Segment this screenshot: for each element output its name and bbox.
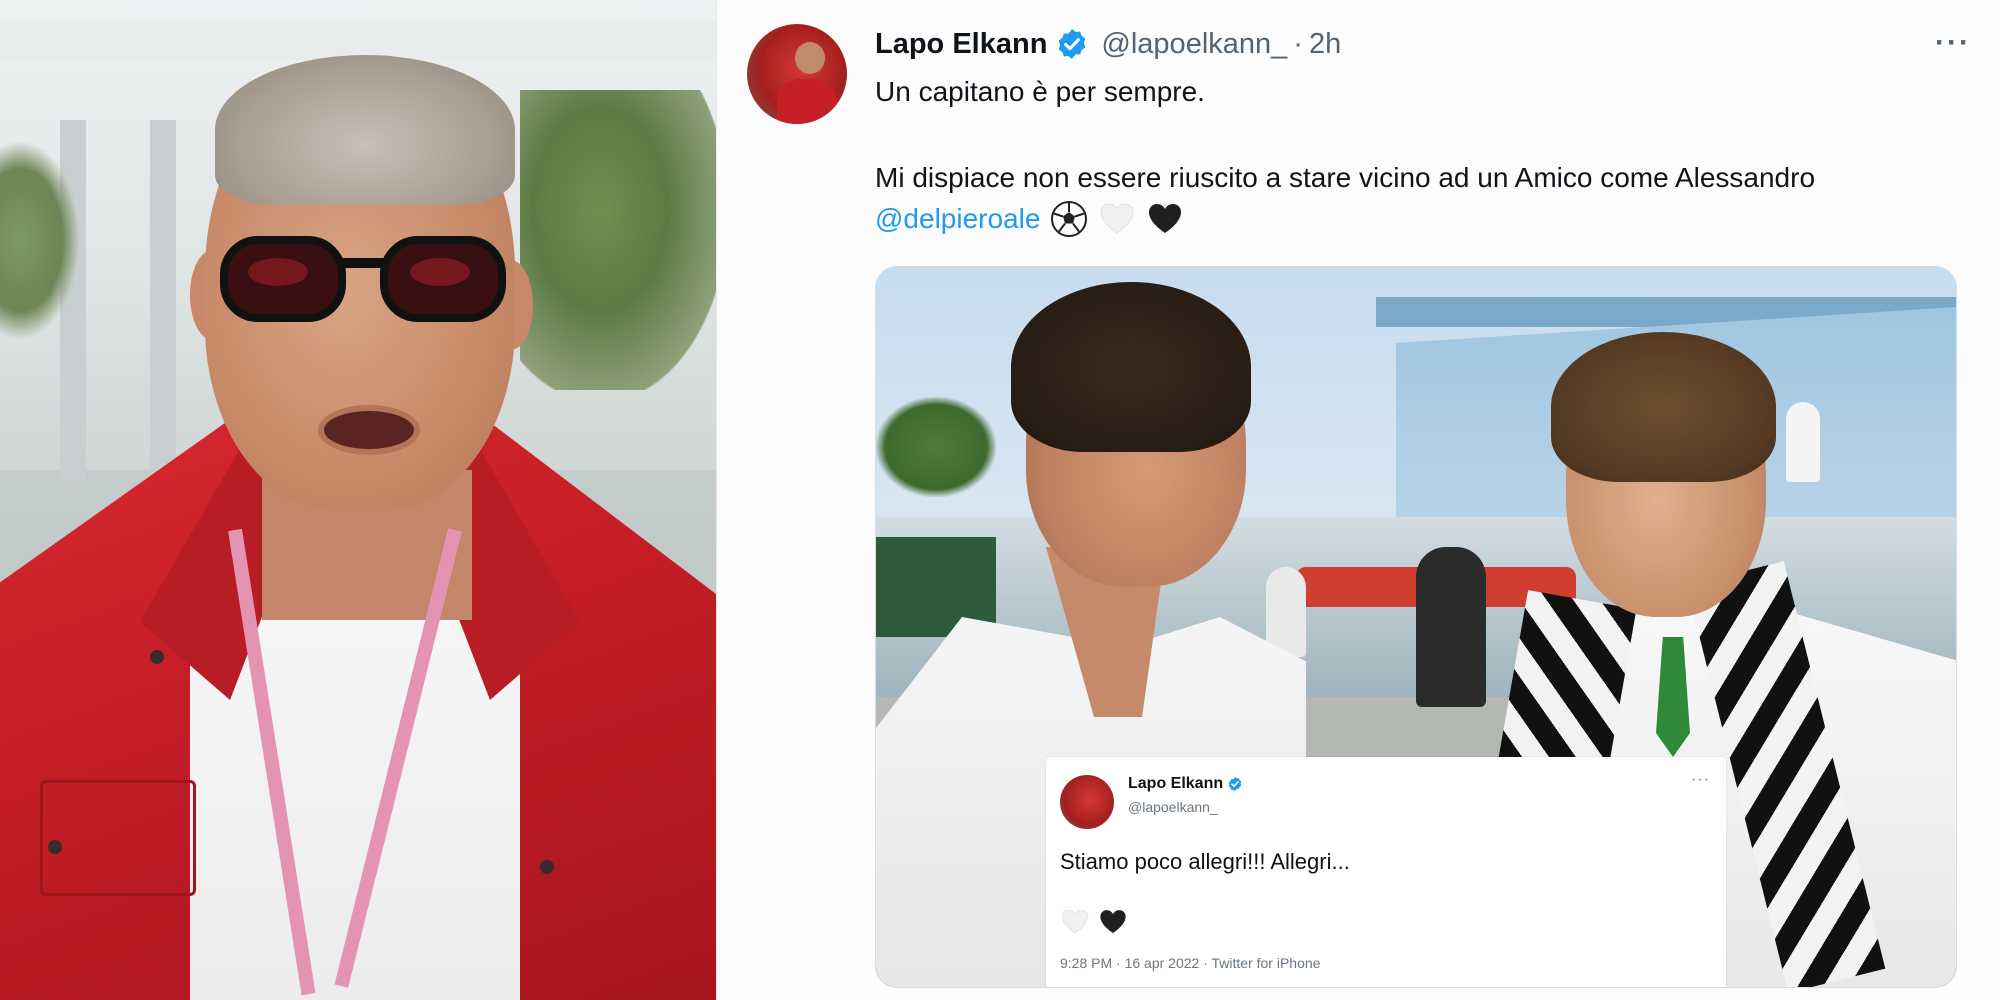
mention-link[interactable]: @delpieroale: [875, 201, 1040, 237]
verified-badge-icon: [1059, 29, 1086, 59]
white-heart-icon: [1100, 203, 1134, 234]
hair: [215, 55, 515, 205]
more-options-icon[interactable]: ···: [1935, 26, 1971, 60]
quoted-tweet-text: Stiamo poco allegri!!! Allegri...: [1060, 849, 1350, 874]
sunglasses: [220, 236, 506, 322]
background-trees: [0, 140, 80, 340]
quoted-tweet-footer: 9:28 PM · 16 apr 2022 · Twitter for iPho…: [1060, 955, 1321, 971]
background-pillar: [150, 120, 176, 480]
tweet-text-line3: @delpieroale: [875, 200, 1985, 238]
avatar-figure-head: [795, 42, 825, 74]
quoted-verified-badge-icon: [1228, 777, 1242, 791]
quoted-author-handle: @lapoelkann_: [1128, 799, 1218, 815]
black-heart-icon: [1100, 910, 1126, 934]
quoted-tweet-card[interactable]: Lapo Elkann @lapoelkann_ ··· Stiamo poco…: [1046, 757, 1726, 987]
background-tree: [876, 397, 996, 497]
avatar-figure-body: [777, 79, 837, 124]
left-photo: [0, 0, 716, 1000]
player-hair: [1011, 282, 1251, 452]
quoted-author-name-row: Lapo Elkann: [1128, 775, 1243, 793]
soccer-ball-icon: [1051, 201, 1088, 237]
author-name[interactable]: Lapo Elkann: [875, 28, 1047, 61]
shirt-pocket: [40, 780, 196, 896]
white-heart-icon: [1061, 909, 1089, 934]
tweet-timestamp[interactable]: 2h: [1309, 28, 1341, 61]
background-person: [1266, 567, 1306, 657]
background-roof: [0, 20, 716, 60]
mouth: [318, 405, 420, 455]
shirt-button: [540, 860, 554, 874]
tweet-text-line2: Mi dispiace non essere riuscito a stare …: [875, 162, 1816, 193]
quoted-hearts: [1060, 907, 1128, 937]
tweet-media-image[interactable]: Lapo Elkann @lapoelkann_ ··· Stiamo poco…: [875, 266, 1957, 988]
dot-separator: ·: [1293, 27, 1303, 60]
tweet-text-line1: Un capitano è per sempre.: [875, 76, 1205, 107]
background-person: [1786, 402, 1820, 482]
shirt-button: [150, 650, 164, 664]
author-avatar[interactable]: [747, 24, 847, 124]
tweet-panel: Lapo Elkann @lapoelkann_ · 2h ··· Un cap…: [716, 0, 2000, 1000]
tweet-header: Lapo Elkann @lapoelkann_ · 2h: [875, 24, 1341, 64]
black-heart-icon: [1149, 204, 1182, 233]
quoted-author-name: Lapo Elkann: [1128, 775, 1224, 792]
author-handle[interactable]: @lapoelkann_: [1101, 28, 1287, 61]
background-person: [1416, 547, 1486, 707]
quoted-more-icon: ···: [1691, 771, 1710, 788]
background-trees: [520, 90, 716, 390]
quoted-author-avatar: [1060, 775, 1114, 829]
man-hair: [1551, 332, 1776, 482]
